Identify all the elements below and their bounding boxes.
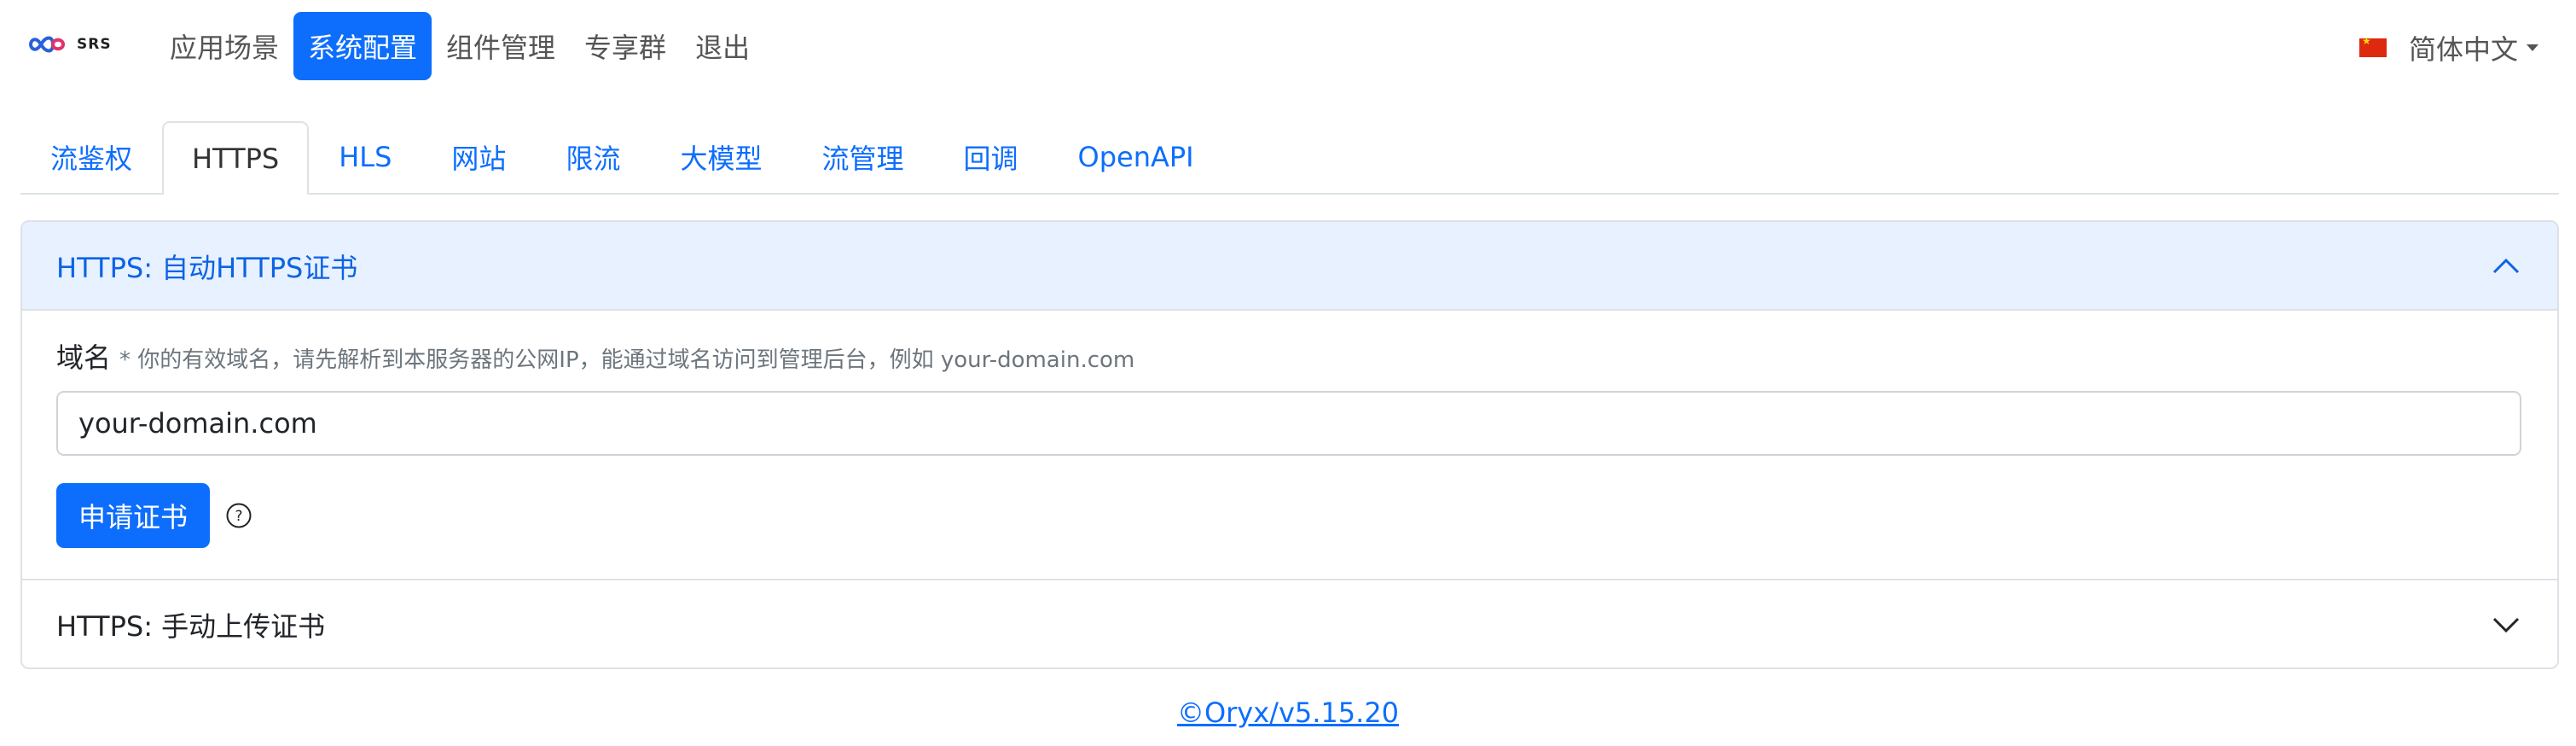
footer: ©Oryx/v5.15.20 [0,696,2576,729]
apply-certificate-button[interactable]: 申请证书 [56,483,210,548]
nav-item-system-config[interactable]: 系统配置 [293,12,432,80]
tab-openapi[interactable]: OpenAPI [1048,121,1224,191]
accordion-header-auto-https[interactable]: HTTPS: 自动HTTPS证书 [22,222,2557,311]
srs-logo-icon [29,36,66,53]
tab-rate-limit[interactable]: 限流 [536,121,650,191]
chevron-down-icon [2492,617,2520,633]
domain-hint: * 你的有效域名，请先解析到本服务器的公网IP，能通过域名访问到管理后台，例如 … [119,347,1135,373]
china-flag-icon [2358,35,2387,57]
main-nav: 应用场景 系统配置 组件管理 专享群 退出 [155,11,764,81]
question-circle-icon[interactable]: ? [225,502,252,529]
domain-label: 域名 [56,341,112,374]
language-label: 简体中文 [2408,33,2518,66]
accordion-title: HTTPS: 自动HTTPS证书 [56,252,358,284]
chevron-up-icon [2492,258,2520,274]
domain-input[interactable] [56,391,2521,456]
accordion-body-auto-https: 域名 * 你的有效域名，请先解析到本服务器的公网IP，能通过域名访问到管理后台，… [22,311,2557,580]
tab-website[interactable]: 网站 [421,121,536,191]
language-selector[interactable]: 简体中文 [2358,24,2538,72]
https-accordion: HTTPS: 自动HTTPS证书 域名 * 你的有效域名，请先解析到本服务器的公… [20,220,2559,669]
tab-llm[interactable]: 大模型 [650,121,792,191]
nav-item-exclusive-group[interactable]: 专享群 [570,12,681,80]
accordion-header-manual-https[interactable]: HTTPS: 手动上传证书 [22,580,2557,667]
logo[interactable]: SRS [29,26,123,63]
nav-item-components[interactable]: 组件管理 [432,12,570,80]
tab-stream-auth[interactable]: 流鉴权 [20,121,162,191]
domain-field-label: 域名 * 你的有效域名，请先解析到本服务器的公网IP，能通过域名访问到管理后台，… [56,336,1134,376]
logo-text: SRS [77,36,112,53]
version-link[interactable]: ©Oryx/v5.15.20 [1177,696,1399,729]
nav-item-scenarios[interactable]: 应用场景 [155,12,293,80]
tab-hls[interactable]: HLS [309,121,421,191]
caret-down-icon [2527,44,2538,51]
tab-callback[interactable]: 回调 [933,121,1047,191]
accordion-title: HTTPS: 手动上传证书 [56,610,326,643]
nav-item-logout[interactable]: 退出 [681,12,764,80]
svg-text:?: ? [235,508,242,525]
tab-https[interactable]: HTTPS [162,121,310,195]
settings-tabs: 流鉴权 HTTPS HLS 网站 限流 大模型 流管理 回调 OpenAPI [20,121,2559,195]
top-navbar: SRS 应用场景 系统配置 组件管理 专享群 退出 简体中文 [0,0,2576,92]
tab-stream-management[interactable]: 流管理 [792,121,933,191]
